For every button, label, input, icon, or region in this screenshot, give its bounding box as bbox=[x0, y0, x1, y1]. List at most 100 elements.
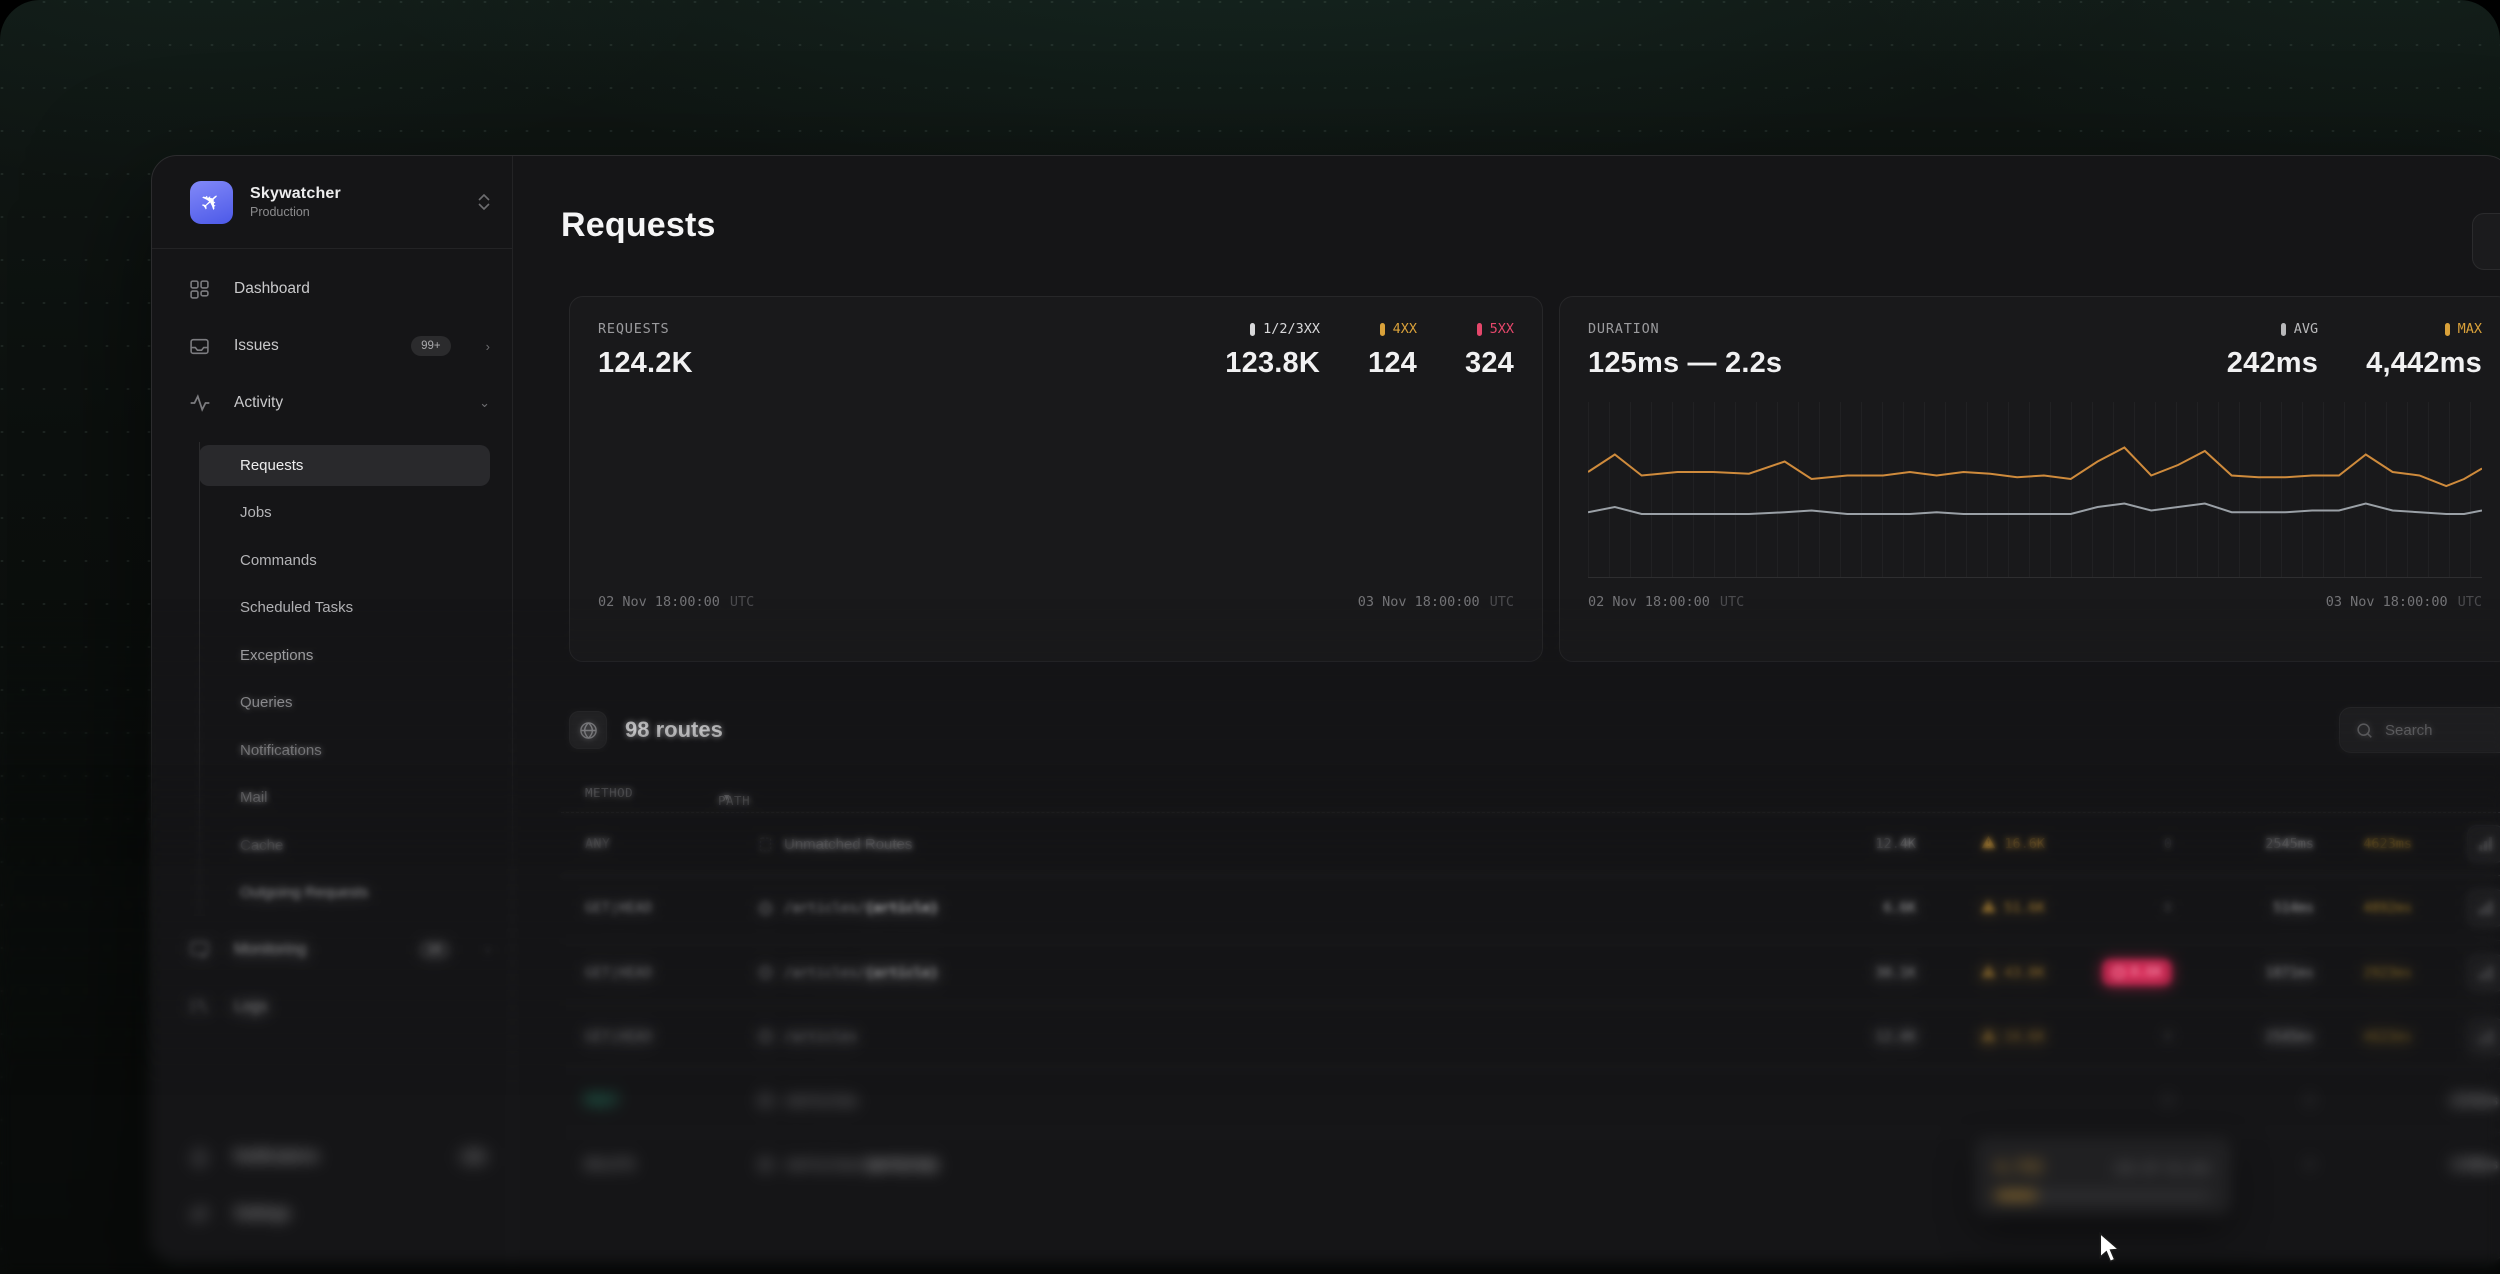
route-path: /articles/{article} bbox=[784, 900, 1806, 916]
dashed-file-icon bbox=[746, 836, 784, 853]
sidebar-item-dashboard[interactable]: Dashboard bbox=[188, 269, 490, 309]
tooltip-value: 4,742 bbox=[1995, 1157, 2043, 1176]
cell-clipped-value: 2254ms bbox=[2412, 1093, 2499, 1109]
method-label: GET|HEAD bbox=[561, 1029, 746, 1045]
sidebar-item-activity[interactable]: Activity⌄ bbox=[188, 383, 490, 423]
sidebar-item-notifications[interactable]: Notifications13 bbox=[188, 1137, 490, 1177]
globe-icon bbox=[746, 1156, 784, 1173]
x-axis-end: 03 Nov 18:00:00UTC bbox=[2326, 594, 2482, 610]
bell-icon bbox=[188, 1147, 211, 1168]
table-row[interactable]: POST /articles 0 0 2254ms bbox=[561, 1068, 2500, 1132]
method-label: DELETE bbox=[561, 1157, 746, 1173]
activity-subnav: Requests Jobs Commands Scheduled Tasks Excep… bbox=[199, 434, 490, 924]
globe-icon bbox=[746, 1092, 784, 1109]
cell-123xx: 12.4K bbox=[1806, 1029, 1916, 1045]
cell-5xx: 0 bbox=[2045, 900, 2172, 916]
cell-max: 4623ms bbox=[2314, 836, 2412, 852]
sidebar-item-logs[interactable]: Logs bbox=[188, 987, 490, 1027]
row-chart-button chart-mini-icon[interactable] bbox=[2467, 889, 2500, 927]
mouse-cursor bbox=[2096, 1232, 2124, 1264]
stat-123xx: 1/2/3XX 123.8K bbox=[1225, 321, 1320, 380]
sidebar-item-requests[interactable]: Requests bbox=[199, 445, 490, 486]
table-row[interactable]: ANY Unmatched Routes 12.4K 16.6K 0 2545m… bbox=[561, 812, 2500, 876]
routes-toolbar: 98 routes ⌘F View all Errors bbox=[569, 707, 2500, 753]
row-chart-button chart-mini-icon[interactable] bbox=[2467, 954, 2500, 992]
sidebar-bottom-group: Notifications13 Settings bbox=[188, 1137, 490, 1261]
sidebar-item-outgoing-requests[interactable]: Outgoing Requests bbox=[199, 872, 490, 913]
cell-max: 2923ms bbox=[2314, 965, 2412, 981]
route-path: Unmatched Routes bbox=[784, 836, 1806, 853]
legend-pill bbox=[1380, 323, 1385, 336]
method-label: POST bbox=[561, 1093, 746, 1109]
warning-icon bbox=[1981, 835, 1996, 853]
table-row[interactable]: GET|HEAD /articles 12.4K 16.6K 0 2545ms … bbox=[561, 1004, 2500, 1068]
grid-icon bbox=[188, 279, 211, 300]
method-label: GET|HEAD bbox=[561, 900, 746, 916]
col-123xx[interactable]: 1/2/3XX bbox=[2477, 785, 2500, 800]
cell-avg: 1871ms bbox=[2172, 965, 2314, 981]
requests-total: 124.2K bbox=[598, 347, 693, 380]
sidebar-item-cache[interactable]: Cache bbox=[199, 825, 490, 866]
requests-bar-chart[interactable] bbox=[598, 402, 1514, 578]
routes-count-title: 98 routes bbox=[625, 717, 723, 743]
cell-avg: 2545ms bbox=[2172, 836, 2314, 852]
cell-avg: 2545ms bbox=[2172, 1029, 2314, 1045]
search-input[interactable] bbox=[2385, 722, 2500, 739]
row-chart-button chart-mini-icon[interactable] bbox=[2467, 825, 2500, 863]
col-method[interactable]: METHOD bbox=[585, 785, 633, 800]
chevron-updown-icon[interactable] bbox=[478, 194, 490, 210]
workspace-switcher[interactable]: ✈ Skywatcher Production bbox=[152, 156, 512, 249]
stat-max: MAX 4,442ms bbox=[2366, 321, 2482, 380]
sidebar-item-notifications[interactable]: Notifications bbox=[199, 730, 490, 771]
cell-avg: 0 bbox=[2172, 1093, 2314, 1109]
route-path: /articles bbox=[784, 1093, 1806, 1109]
table-row[interactable]: GET|HEAD /articles/{article} 30.1K 43.0K… bbox=[561, 940, 2500, 1004]
stat-avg: AVG 242ms bbox=[2227, 321, 2318, 380]
count-badge: 99+ bbox=[411, 336, 451, 356]
globe-icon bbox=[746, 1028, 784, 1045]
duration-card: DURATION 125ms — 2.2s AVG 242msMAX 4,442… bbox=[1559, 296, 2500, 662]
sidebar-item-mail[interactable]: Mail bbox=[199, 777, 490, 818]
requests-card-label: REQUESTS bbox=[598, 321, 693, 337]
row-end bbox=[2412, 954, 2500, 992]
sidebar: ✈ Skywatcher Production Dashboard Issues9… bbox=[152, 156, 513, 1261]
sidebar-item-settings[interactable]: Settings bbox=[188, 1194, 490, 1234]
cell-4xx: 16.6K bbox=[1916, 835, 2045, 853]
route-path: /articles/{article} bbox=[784, 1157, 1806, 1173]
time-range-1h[interactable]: 1H bbox=[2483, 224, 2500, 260]
table-header: METHOD PATH▼ 1/2/3XX 4XX 5XX AVG bbox=[561, 777, 2500, 812]
legend-pill bbox=[2445, 323, 2450, 336]
row-end bbox=[2412, 825, 2500, 863]
tooltip-progress-track bbox=[1995, 1193, 2211, 1198]
table-row[interactable]: GET|HEAD /articles/{article} 6.6K 51.6K … bbox=[561, 876, 2500, 940]
row-end bbox=[2412, 889, 2500, 927]
cell-5xx: 0 bbox=[2045, 1093, 2172, 1109]
search-icon bbox=[2356, 722, 2373, 739]
legend-pill bbox=[2281, 323, 2286, 336]
sidebar-item-issues[interactable]: Issues99+› bbox=[188, 326, 490, 366]
sidebar-item-exceptions[interactable]: Exceptions bbox=[199, 635, 490, 676]
row-chart-button chart-mini-icon[interactable] bbox=[2467, 1018, 2500, 1056]
sidebar-item-monitoring[interactable]: Monitoring18› bbox=[188, 930, 490, 970]
sidebar-item-scheduled-tasks[interactable]: Scheduled Tasks bbox=[199, 587, 490, 628]
main-content: Requests 1H24H7D14D30D REQUESTS 124.2K 1… bbox=[513, 156, 2500, 1261]
sliders-icon bbox=[188, 1204, 211, 1225]
cell-123xx: 12.4K bbox=[1806, 836, 1916, 852]
app-window: ✈ Skywatcher Production Dashboard Issues9… bbox=[151, 155, 2500, 1262]
stat-4xx: 4XX 124 bbox=[1368, 321, 1417, 380]
sidebar-item-commands[interactable]: Commands bbox=[199, 540, 490, 581]
legend-pill bbox=[1250, 323, 1255, 336]
search-box[interactable]: ⌘F bbox=[2339, 707, 2500, 753]
warning-icon bbox=[1981, 1028, 1996, 1046]
cell-4xx: 16.6K bbox=[1916, 1028, 2045, 1046]
tooltip-progress-fill bbox=[1995, 1193, 2037, 1198]
x-axis-start: 02 Nov 18:00:00UTC bbox=[1588, 594, 1744, 610]
sidebar-item-jobs[interactable]: Jobs bbox=[199, 492, 490, 533]
stat-5xx: 5XX 324 bbox=[1465, 321, 1514, 380]
duration-range: 125ms — 2.2s bbox=[1588, 347, 1782, 380]
sidebar-item-queries[interactable]: Queries bbox=[199, 682, 490, 723]
5xx-error-badge: 8.6K bbox=[2102, 959, 2172, 986]
duration-line-chart[interactable] bbox=[1588, 402, 2482, 578]
cell-123xx: 30.1K bbox=[1806, 965, 1916, 981]
cell-4xx: 51.6K bbox=[1916, 899, 2045, 917]
